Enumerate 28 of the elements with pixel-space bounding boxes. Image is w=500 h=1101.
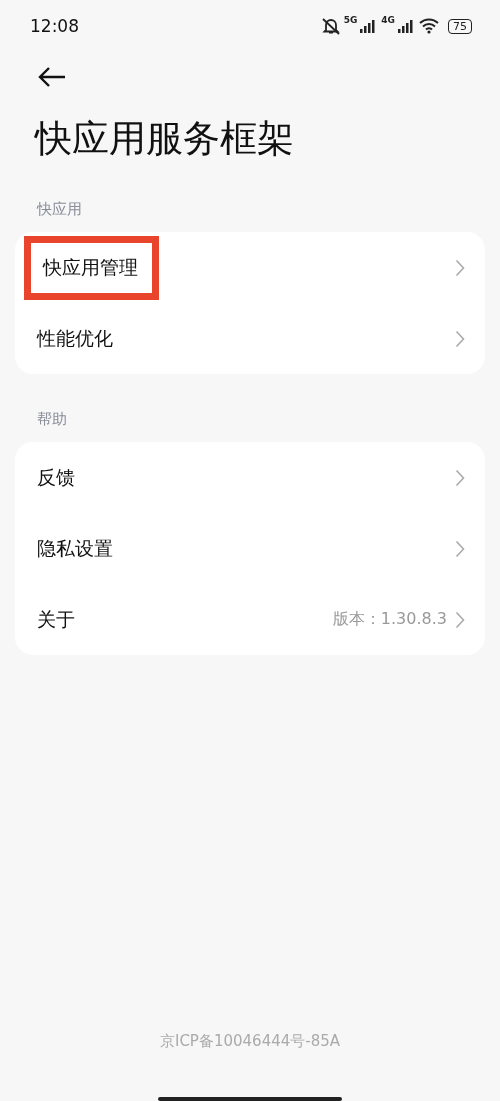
settings-item[interactable]: 隐私设置 xyxy=(15,513,485,584)
section-header: 帮助 xyxy=(37,410,68,430)
page-title: 快应用服务框架 xyxy=(35,116,295,162)
item-label: 隐私设置 xyxy=(37,535,114,561)
chevron-icon xyxy=(455,610,465,629)
license-text: 京ICP备10046444号-85A xyxy=(158,1032,342,1051)
wifi-icon xyxy=(419,18,439,34)
status-time: 12:08 xyxy=(30,16,79,36)
chevron-icon xyxy=(455,329,465,348)
network-label: 4G xyxy=(381,15,395,25)
item-label: 反馈 xyxy=(37,464,76,490)
settings-item[interactable]: 反馈 xyxy=(15,442,485,513)
battery-indicator: 75 xyxy=(448,18,472,34)
signal-icon xyxy=(398,19,416,33)
settings-item[interactable]: 关于 版本：1.30.8.3 xyxy=(15,584,485,655)
back-arrow-icon[interactable] xyxy=(37,66,67,88)
item-label: 快应用管理 xyxy=(24,235,159,300)
chevron-icon xyxy=(455,539,465,558)
item-label: 关于 xyxy=(37,606,76,632)
chevron-icon xyxy=(455,468,465,487)
item-value: 版本：1.30.8.3 xyxy=(332,609,447,630)
item-label: 性能优化 xyxy=(37,325,114,351)
section-header: 快应用 xyxy=(37,200,83,220)
settings-item[interactable]: 快应用管理 xyxy=(15,232,485,303)
network-label: 5G xyxy=(343,15,358,25)
muted-bell-icon xyxy=(320,17,341,35)
settings-item[interactable]: 性能优化 xyxy=(15,303,485,374)
chevron-icon xyxy=(455,258,465,277)
